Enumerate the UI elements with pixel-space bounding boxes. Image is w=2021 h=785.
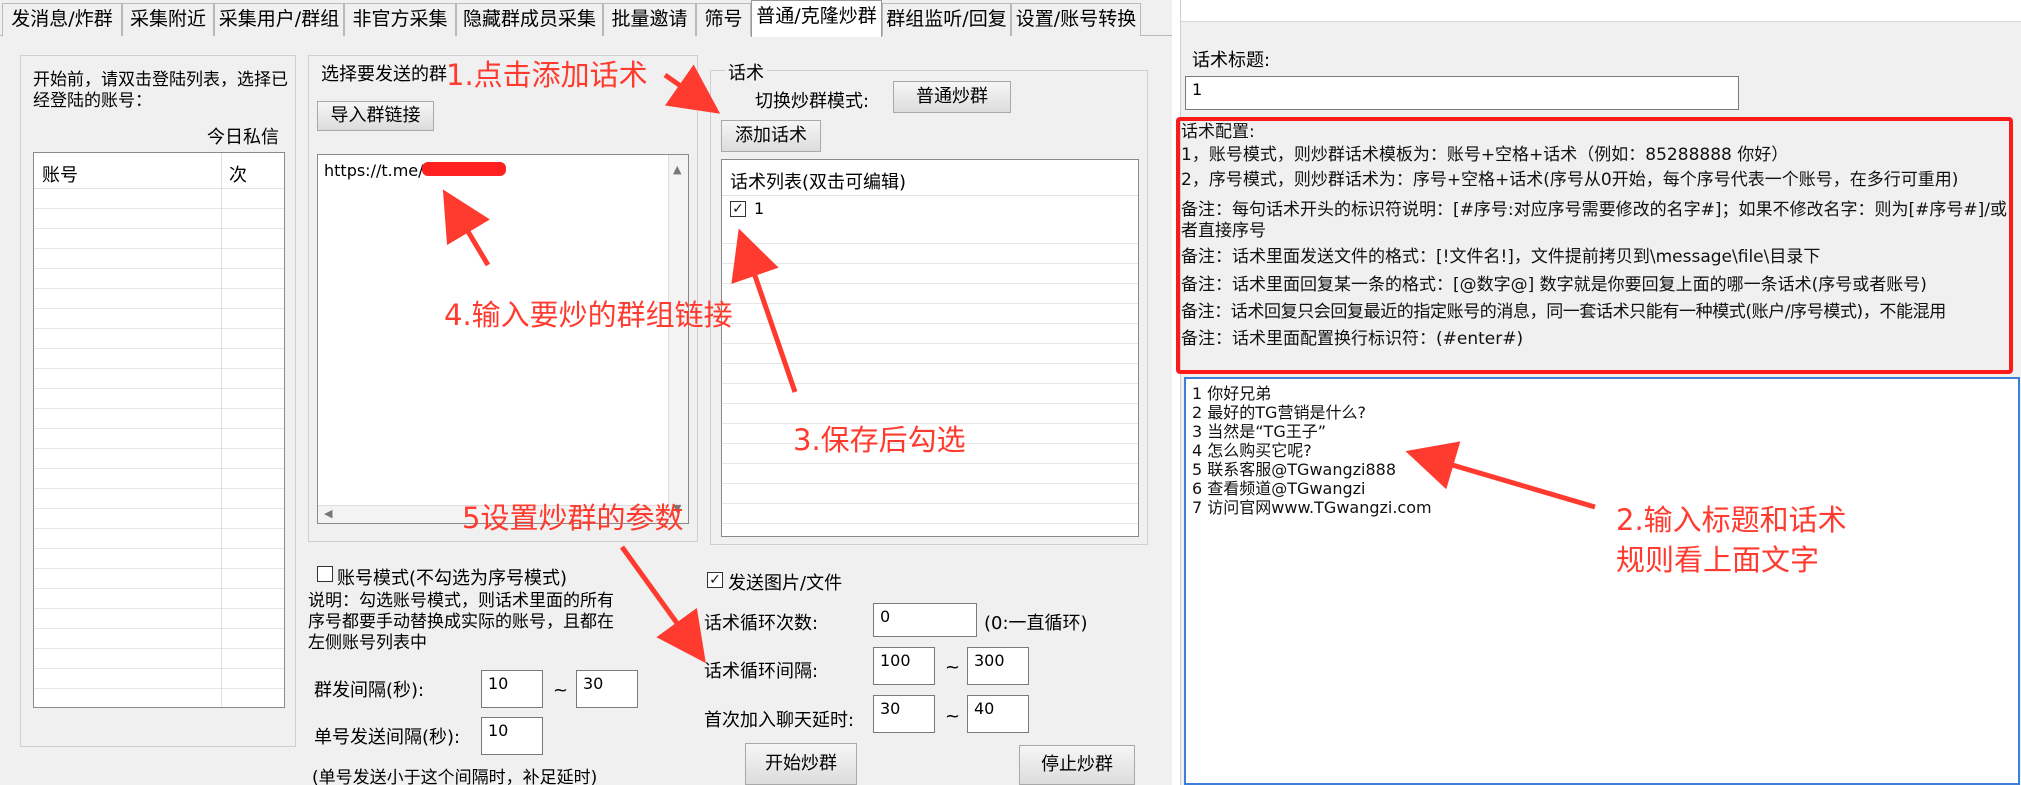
script-content-lines: 1 你好兄弟 2 最好的TG营销是什么? 3 当然是“TG王子” 4 怎么购买它… [1192,384,1432,517]
config-rule-line: 1，账号模式，则炒群话术模板为：账号+空格+话术（例如：85288888 你好） [1181,145,1789,165]
dialog-titlebar [1181,0,2021,22]
annotation-step2-line2: 规则看上面文字 [1616,543,1820,577]
script-title-input[interactable]: 1 [1185,76,1739,110]
script-title-label: 话术标题: [1192,50,1271,71]
config-rule-line: 话术配置: [1181,122,1255,142]
join-delay-max-input[interactable]: 40 [967,695,1029,733]
add-script-button[interactable]: 添加话术 [721,120,821,152]
script-list[interactable]: 话术列表(双击可编辑) ✓ 1 [721,159,1139,537]
vertical-scrollbar[interactable]: ▲ ▼ [668,155,688,523]
tab-batch-invite[interactable]: 批量邀请 [603,3,696,36]
scroll-left-icon[interactable]: ◀ [324,507,332,520]
single-interval-label: 单号发送间隔(秒): [314,727,461,748]
account-mode-label[interactable]: 账号模式(不勾选为序号模式) [337,564,567,590]
tab-unofficial-collect[interactable]: 非官方采集 [344,3,456,36]
mode-label: 切换炒群模式: [755,91,870,112]
script-list-header: 话术列表(双击可编辑) [722,160,1138,196]
tab-send-message[interactable]: 发消息/炸群 [2,3,122,36]
tab-bar: 发消息/炸群 采集附近 采集用户/群组 非官方采集 隐藏群成员采集 批量邀请 筛… [0,0,1172,37]
send-media-label[interactable]: 发送图片/文件 [728,569,842,595]
script-item-label: 1 [754,199,765,218]
account-mode-checkbox[interactable] [317,566,333,582]
main-window: 发消息/炸群 采集附近 采集用户/群组 非官方采集 隐藏群成员采集 批量邀请 筛… [0,0,1172,785]
column-divider [221,153,222,707]
tab-hidden-members[interactable]: 隐藏群成员采集 [456,3,603,36]
add-script-dialog: 话术标题: 1 话术配置: 1，账号模式，则炒群话术模板为：账号+空格+话术（例… [1176,0,2021,785]
account-mode-note: 说明：勾选账号模式，则话术里面的所有序号都要手动替换成实际的账号，且都在左侧账号… [308,591,614,653]
loop-count-input[interactable]: 0 [873,603,977,637]
script-content-line: 2 最好的TG营销是什么? [1192,403,1366,422]
annotation-step4: 4.输入要炒的群组链接 [444,298,733,332]
scroll-up-icon[interactable]: ▲ [673,163,681,176]
join-delay-tilde: ~ [945,706,961,727]
join-delay-label: 首次加入聊天延时: [704,710,855,731]
import-group-link-button[interactable]: 导入群链接 [317,101,434,131]
script-content-line: 5 联系客服@TGwangzi888 [1192,460,1397,479]
single-interval-input[interactable]: 10 [481,717,543,755]
tab-nearby[interactable]: 采集附近 [122,3,214,36]
annotation-step1: 1.点击添加话术 [446,58,648,92]
account-column-header[interactable]: 账号 [42,161,78,187]
script-item-checkbox[interactable]: ✓ [730,201,746,217]
tab-filter[interactable]: 筛号 [696,3,751,36]
loop-interval-tilde: ~ [945,657,961,678]
tab-group-hype[interactable]: 普通/克隆炒群 [751,0,882,37]
script-content-line: 4 怎么购买它呢? [1192,441,1312,460]
script-panel: 话术 切换炒群模式: 普通炒群 添加话术 话术列表(双击可编辑) ✓ 1 [710,59,1148,545]
group-interval-max-input[interactable]: 30 [576,670,638,708]
script-content-line: 6 查看频道@TGwangzi [1192,479,1366,498]
config-rules: 话术配置: 1，账号模式，则炒群话术模板为：账号+空格+话术（例如：852888… [1181,121,2007,353]
loop-interval-max-input[interactable]: 300 [967,647,1029,685]
script-grid [722,224,1138,536]
config-rule-line: 备注：每句话术开头的标识符说明：[#序号:对应序号需要修改的名字#]；如果不修改… [1181,200,2007,241]
group-interval-tilde: ~ [553,680,569,701]
annotation-step3: 3.保存后勾选 [793,423,966,457]
join-delay-min-input[interactable]: 30 [873,695,935,733]
send-media-checkbox[interactable]: ✓ [707,572,723,588]
script-content-line: 1 你好兄弟 [1192,384,1272,403]
script-content-line: 3 当然是“TG王子” [1192,422,1327,441]
script-content-line: 7 访问官网www.TGwangzi.com [1192,498,1432,517]
script-content-textarea[interactable]: 1 你好兄弟 2 最好的TG营销是什么? 3 当然是“TG王子” 4 怎么购买它… [1184,377,2020,785]
annotation-step2-line1: 2.输入标题和话术 [1616,503,1847,537]
config-rule-line: 备注：话术回复只会回复最近的指定账号的消息，同一套话术只能有一种模式(账户/序号… [1181,302,1946,322]
group-select-title: 选择要发送的群 [321,64,447,85]
start-hype-button[interactable]: 开始炒群 [745,743,857,785]
tab-group-monitor[interactable]: 群组监听/回复 [882,3,1011,36]
accounts-list-header: 账号 次 [34,153,284,189]
group-interval-label: 群发间隔(秒): [314,680,425,701]
mode-switch-button[interactable]: 普通炒群 [893,81,1011,113]
stop-hype-button[interactable]: 停止炒群 [1019,745,1135,785]
loop-interval-label: 话术循环间隔: [704,661,819,682]
redacted-mark [422,162,506,176]
script-panel-title: 话术 [725,59,767,85]
single-interval-note: (单号发送小于这个间隔时，补足延时) [312,768,598,785]
loop-count-note: (0:一直循环) [984,613,1088,634]
config-rule-line: 备注：话术里面发送文件的格式：[!文件名!]，文件提前拷贝到\message\f… [1181,247,1821,267]
tab-settings[interactable]: 设置/账号转换 [1011,3,1141,36]
today-dm-label: 今日私信 [207,127,279,148]
script-list-header-label: 话术列表(双击可编辑) [730,172,907,193]
accounts-hint: 开始前，请双击登陆列表，选择已经登陆的账号： [33,70,288,111]
accounts-list[interactable]: 账号 次 [33,152,285,708]
accounts-panel: 开始前，请双击登陆列表，选择已经登陆的账号： 今日私信 账号 次 [20,55,296,747]
loop-count-label: 话术循环次数: [704,613,819,634]
group-link-textarea[interactable]: https://t.me/ ▲ ▼ ◀ [317,154,689,524]
group-link-text: https://t.me/ [324,161,424,180]
tab-collect-users[interactable]: 采集用户/群组 [214,3,344,36]
config-rule-line: 备注：话术里面回复某一条的格式：[@数字@] 数字就是你要回复上面的哪一条话术(… [1181,275,1927,295]
config-rule-line: 2，序号模式，则炒群话术为：序号+空格+话术(序号从0开始，每个序号代表一个账号… [1181,170,1959,190]
script-list-item[interactable]: ✓ 1 [722,196,1138,224]
annotation-step5: 5设置炒群的参数 [462,501,684,535]
accounts-grid [34,189,284,707]
group-interval-min-input[interactable]: 10 [481,670,543,708]
loop-interval-min-input[interactable]: 100 [873,647,935,685]
count-column-header[interactable]: 次 [229,161,247,187]
config-rule-line: 备注：话术里面配置换行标识符：(#enter#) [1181,329,1524,349]
